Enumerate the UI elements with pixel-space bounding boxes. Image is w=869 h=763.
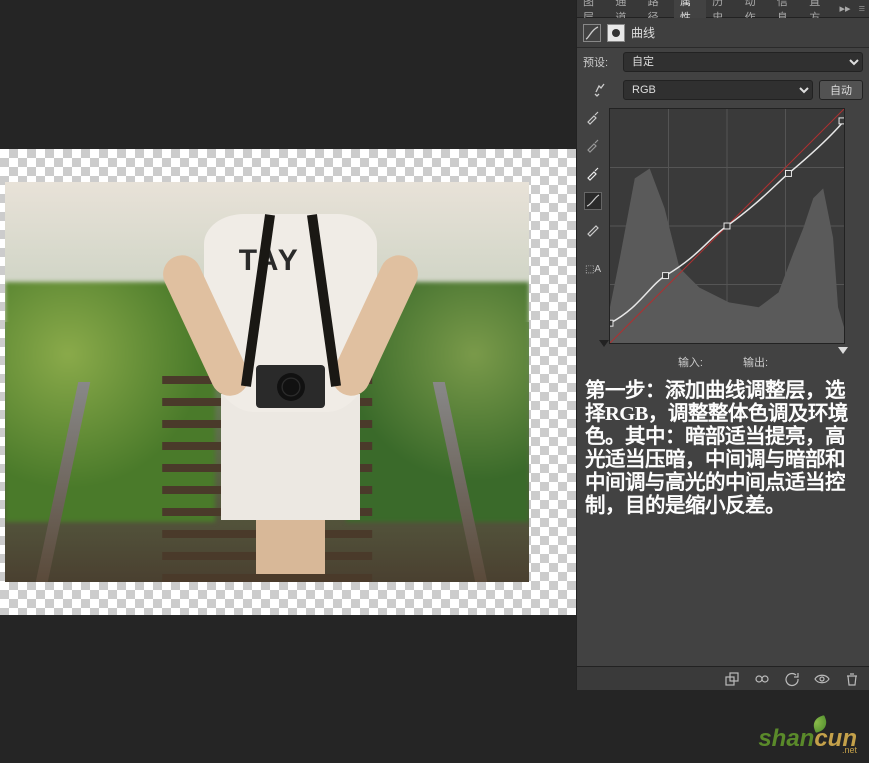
- panel-bottom-bar: [577, 666, 869, 690]
- curve-point-2[interactable]: [724, 223, 730, 229]
- channel-row: RGB 自动: [577, 76, 869, 104]
- visibility-icon[interactable]: [813, 670, 831, 688]
- watermark: shancun .net: [758, 725, 857, 753]
- expand-icon[interactable]: ▸▸: [836, 2, 855, 15]
- input-label: 输入:: [678, 354, 703, 370]
- curve-pencil-icon[interactable]: [584, 220, 602, 238]
- curves-body: ⬚A: [577, 104, 869, 348]
- layer-mask-icon: [607, 24, 625, 42]
- curves-adjustment-icon: [583, 24, 601, 42]
- curve-point-4[interactable]: [839, 118, 844, 124]
- white-slider-icon[interactable]: [838, 347, 848, 354]
- reset-icon[interactable]: [783, 670, 801, 688]
- panel-header: 曲线: [577, 18, 869, 48]
- photo[interactable]: TAY: [5, 182, 529, 582]
- curve-point-1[interactable]: [663, 273, 669, 279]
- preset-select[interactable]: 自定: [623, 52, 863, 72]
- watermark-sub: .net: [842, 745, 857, 755]
- properties-panel: 图层 通道 路径 属性 历史 动作 信息 直方 ▸▸ ≡ 曲线 预设: 自定 R…: [576, 0, 869, 690]
- curve-point-0[interactable]: [610, 320, 613, 326]
- auto-button[interactable]: 自动: [819, 80, 863, 100]
- photo-figure: TAY: [204, 214, 377, 574]
- curve-point-3[interactable]: [786, 170, 792, 176]
- photo-camera-lens: [277, 373, 305, 401]
- curves-tool-column: ⬚A: [583, 108, 603, 344]
- output-label: 输出:: [743, 354, 768, 370]
- channel-select[interactable]: RGB: [623, 80, 813, 100]
- image-checkerboard: TAY: [0, 149, 576, 615]
- gray-eyedropper-icon[interactable]: [584, 136, 602, 154]
- panel-tab-bar: 图层 通道 路径 属性 历史 动作 信息 直方 ▸▸ ≡: [577, 0, 869, 18]
- curve-graph[interactable]: [609, 108, 845, 344]
- io-row: 输入: 输出:: [577, 348, 869, 380]
- black-eyedropper-icon[interactable]: [584, 108, 602, 126]
- curve-smooth-icon[interactable]: [584, 192, 602, 210]
- finger-tool-icon[interactable]: [583, 81, 617, 99]
- preset-label: 预设:: [583, 54, 617, 70]
- preset-row: 预设: 自定: [577, 48, 869, 76]
- canvas-area[interactable]: TAY: [0, 0, 576, 763]
- instructions-text: 第一步：添加曲线调整层，选择RGB，调整整体色调及环境色。其中：暗部适当提亮，高…: [577, 380, 869, 518]
- hand-text-icon: ⬚A: [584, 260, 602, 278]
- black-slider-icon[interactable]: [599, 340, 609, 347]
- white-eyedropper-icon[interactable]: [584, 164, 602, 182]
- clip-to-layer-icon[interactable]: [723, 670, 741, 688]
- watermark-p1: shan: [758, 725, 814, 752]
- panel-title: 曲线: [631, 24, 655, 41]
- photo-skirt: [221, 394, 359, 520]
- view-previous-icon[interactable]: [753, 670, 771, 688]
- panel-menu-icon[interactable]: ≡: [855, 3, 869, 15]
- trash-icon[interactable]: [843, 670, 861, 688]
- photo-camera: [256, 365, 325, 408]
